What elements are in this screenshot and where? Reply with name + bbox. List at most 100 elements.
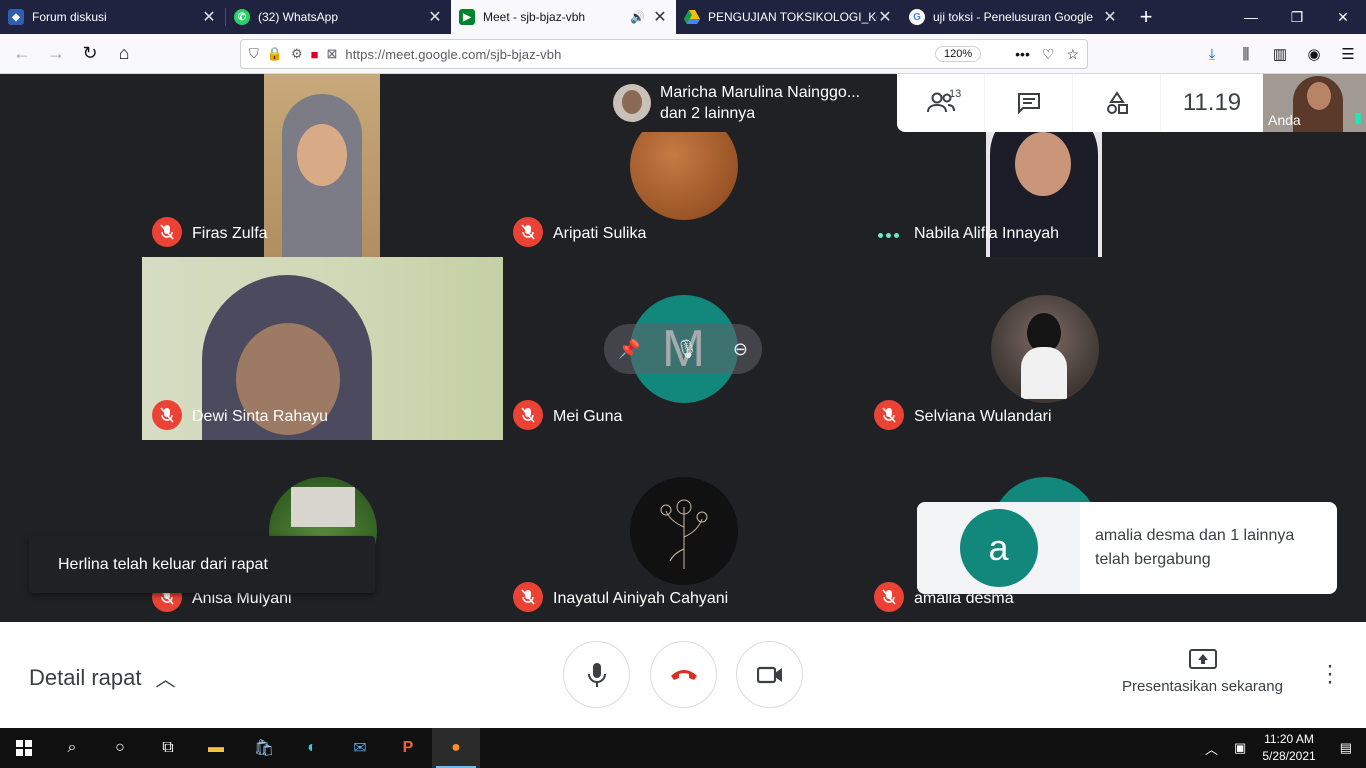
store-icon[interactable]: 🛍 bbox=[240, 728, 288, 768]
microphone-button[interactable] bbox=[563, 641, 630, 708]
tab-title: Forum diskusi bbox=[32, 10, 107, 24]
meet-stage: Firas Zulfa Aripati Sulika Nabila Alifia… bbox=[0, 74, 1366, 622]
system-clock[interactable]: 11:20 AM 5/28/2021 bbox=[1262, 731, 1315, 765]
tray-chevron-up-icon[interactable]: ︿ bbox=[1205, 739, 1218, 758]
menu-icon[interactable]: ☰ bbox=[1332, 38, 1364, 70]
meeting-clock: 11.19 bbox=[1182, 89, 1242, 116]
tab-title: (32) WhatsApp bbox=[258, 10, 339, 24]
close-tab-icon[interactable]: ✕ bbox=[652, 7, 668, 27]
meet-icon: ▶ bbox=[459, 9, 475, 25]
windows-start-icon[interactable] bbox=[0, 728, 48, 768]
tab-google-search[interactable]: G uji toksi - Penelusuran Google ✕ bbox=[901, 0, 1126, 34]
speaker-icon[interactable]: 🔊 bbox=[630, 10, 646, 24]
participant-avatar bbox=[990, 295, 1099, 403]
sidebar-icon[interactable]: ▥ bbox=[1264, 38, 1296, 70]
shield-icon[interactable]: ⛉ bbox=[249, 46, 259, 62]
page-actions-icon[interactable]: ••• bbox=[1015, 46, 1030, 62]
windows-taskbar: ⌕ ○ ⧉ ▬ 🛍 ◐ ✉ P ● ︿ ▣ 11:20 AM 5/28/2021… bbox=[0, 728, 1366, 768]
download-icon[interactable]: ⤓ bbox=[1196, 38, 1228, 70]
close-tab-icon[interactable]: ✕ bbox=[1102, 7, 1118, 27]
tab-whatsapp[interactable]: ✆ (32) WhatsApp ✕ bbox=[226, 0, 451, 34]
speaker-name: Maricha Marulina Nainggo... bbox=[660, 84, 861, 101]
participant-tile-anisa[interactable]: Anisa Mulyani bbox=[142, 440, 503, 622]
tab-drive[interactable]: PENGUJIAN TOKSIKOLOGI_Kelo ✕ bbox=[676, 0, 901, 34]
shapes-icon bbox=[1106, 91, 1128, 114]
powerpoint-icon[interactable]: P bbox=[384, 728, 432, 768]
present-now-button[interactable]: Presentasikan sekarang bbox=[1110, 648, 1295, 695]
participant-tile-firas[interactable]: Firas Zulfa bbox=[142, 74, 503, 257]
mail-icon[interactable]: ✉ bbox=[336, 728, 384, 768]
chat-button[interactable] bbox=[985, 74, 1073, 132]
zoom-level-badge[interactable]: 120% bbox=[935, 46, 982, 62]
cortana-icon[interactable]: ○ bbox=[96, 728, 144, 768]
bookmark-star-icon[interactable]: ☆ bbox=[1066, 46, 1079, 63]
close-tab-icon[interactable]: ✕ bbox=[877, 7, 893, 27]
clock-time: 11:20 AM bbox=[1264, 732, 1314, 746]
drive-icon bbox=[684, 9, 700, 25]
joined-line-1: amalia desma dan 1 lainnya bbox=[1095, 527, 1295, 544]
url-text: https://meet.google.com/sjb-bjaz-vbh bbox=[345, 46, 562, 62]
account-icon[interactable]: ◉ bbox=[1298, 38, 1330, 70]
participant-name: Dewi Sinta Rahayu bbox=[192, 408, 329, 425]
forward-icon[interactable]: → bbox=[40, 38, 72, 70]
more-options-icon[interactable]: · · · bbox=[1318, 654, 1342, 694]
joined-avatar-area: a bbox=[917, 502, 1080, 594]
permissions-icon[interactable]: ⚙ bbox=[291, 46, 303, 62]
pin-icon[interactable]: 📌 bbox=[618, 339, 640, 360]
reload-icon[interactable]: ↻ bbox=[74, 38, 106, 70]
speaker-others: dan 2 lainnya bbox=[660, 105, 756, 122]
tab-meet[interactable]: ▶ Meet - sjb-bjaz-vbh 🔊 ✕ bbox=[451, 0, 676, 34]
lock-icon[interactable]: 🔒 bbox=[267, 46, 283, 62]
back-icon[interactable]: ← bbox=[6, 38, 38, 70]
leave-call-button[interactable] bbox=[650, 641, 717, 708]
joined-toast: a amalia desma dan 1 lainnya telah berga… bbox=[917, 502, 1337, 594]
meeting-details-button[interactable]: Detail rapat ︿ bbox=[29, 663, 176, 692]
firefox-icon[interactable]: ● bbox=[432, 728, 480, 768]
camera-active-icon[interactable]: ■ bbox=[311, 47, 319, 62]
mic-off-icon bbox=[152, 217, 182, 247]
left-meeting-toast: Herlina telah keluar dari rapat bbox=[29, 536, 375, 593]
self-view-tile[interactable]: Anda ▮ bbox=[1263, 74, 1366, 132]
minimize-icon[interactable]: — bbox=[1228, 0, 1274, 34]
participant-tile-dewi[interactable]: Dewi Sinta Rahayu bbox=[142, 257, 503, 440]
mic-off-icon bbox=[152, 400, 182, 430]
mute-participant-icon[interactable]: 🎙 bbox=[675, 339, 698, 360]
remove-participant-icon[interactable]: ⊖ bbox=[733, 339, 748, 360]
moodle-icon: ◆ bbox=[8, 9, 24, 25]
participant-tile-inayatul[interactable]: Inayatul Ainiyah Cahyani bbox=[503, 440, 864, 622]
home-icon[interactable]: ⌂ bbox=[108, 38, 140, 70]
address-bar[interactable]: ⛉ 🔒 ⚙ ■ ⊠ https://meet.google.com/sjb-bj… bbox=[240, 39, 1088, 69]
tab-title: PENGUJIAN TOKSIKOLOGI_Kelo bbox=[708, 10, 877, 24]
pocket-icon[interactable]: ♡ bbox=[1042, 46, 1055, 63]
chat-icon bbox=[1017, 93, 1040, 114]
screen-share-blocked-icon[interactable]: ⊠ bbox=[326, 46, 337, 62]
new-tab-button[interactable]: + bbox=[1126, 0, 1166, 34]
active-speaker-chip[interactable]: Maricha Marulina Nainggo... dan 2 lainny… bbox=[603, 74, 903, 132]
browser-nav-bar: ← → ↻ ⌂ ⛉ 🔒 ⚙ ■ ⊠ https://meet.google.co… bbox=[0, 34, 1366, 74]
mic-off-icon bbox=[513, 400, 543, 430]
tab-forum-diskusi[interactable]: ◆ Forum diskusi ✕ bbox=[0, 0, 225, 34]
close-tab-icon[interactable]: ✕ bbox=[427, 7, 443, 27]
library-icon[interactable]: ⫼ bbox=[1230, 38, 1262, 70]
file-explorer-icon[interactable]: ▬ bbox=[192, 728, 240, 768]
edge-icon[interactable]: ◐ bbox=[288, 728, 336, 768]
meeting-info-bar: 13 11.19 bbox=[897, 74, 1263, 132]
close-window-icon[interactable]: ✕ bbox=[1320, 0, 1366, 34]
present-now-label: Presentasikan sekarang bbox=[1122, 678, 1283, 695]
participants-button[interactable]: 13 bbox=[897, 74, 985, 132]
activities-button[interactable] bbox=[1073, 74, 1161, 132]
mic-off-icon bbox=[874, 400, 904, 430]
search-icon[interactable]: ⌕ bbox=[48, 728, 96, 768]
task-view-icon[interactable]: ⧉ bbox=[144, 728, 192, 768]
notifications-icon[interactable]: ▤ bbox=[1340, 740, 1352, 756]
restore-icon[interactable]: ❐ bbox=[1274, 0, 1320, 34]
tray-app-icon[interactable]: ▣ bbox=[1234, 740, 1246, 756]
meeting-details-label: Detail rapat bbox=[29, 664, 142, 690]
camera-button[interactable] bbox=[736, 641, 803, 708]
present-screen-icon bbox=[1188, 649, 1217, 669]
speaking-indicator-icon bbox=[878, 225, 902, 239]
close-tab-icon[interactable]: ✕ bbox=[201, 7, 217, 27]
mic-off-icon bbox=[874, 582, 904, 612]
audio-level-icon: ▮ bbox=[1354, 109, 1362, 125]
participant-tile-selviana[interactable]: Selviana Wulandari bbox=[864, 257, 1225, 440]
